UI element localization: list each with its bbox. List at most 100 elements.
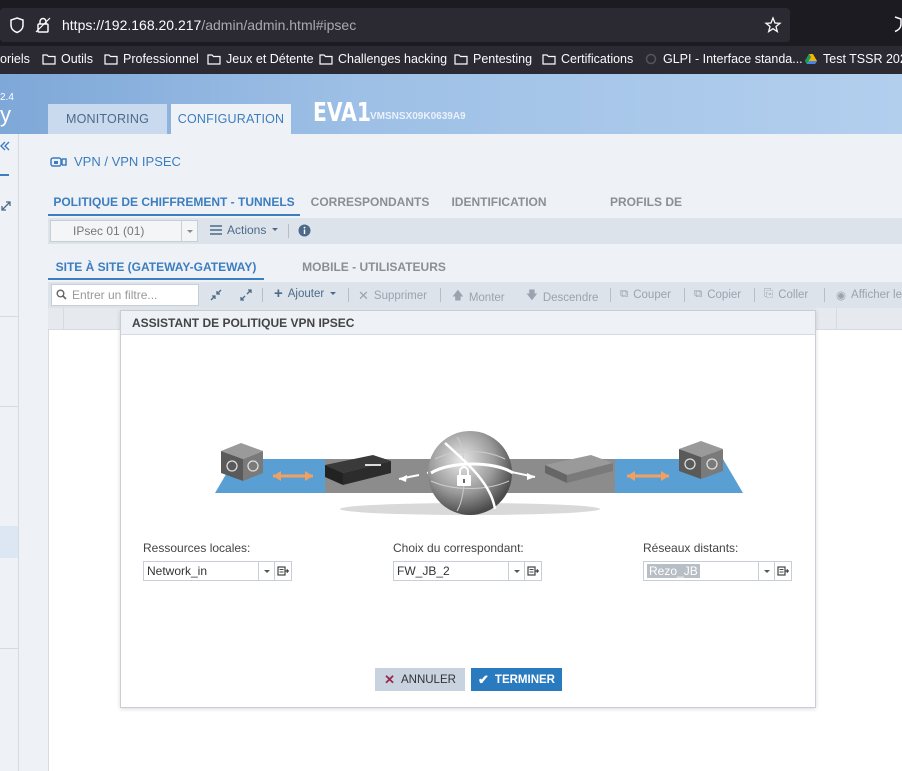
bookmark[interactable]: GLPI - Interface standa... (644, 52, 803, 66)
chevron-down-icon (330, 292, 337, 295)
lock-icon[interactable] (34, 16, 52, 34)
chevron-down-icon[interactable] (758, 562, 774, 580)
bookmark-folder[interactable]: Jeux et Détente (207, 52, 314, 66)
remote-networks-label: Réseaux distants: (643, 541, 739, 555)
object-picker-icon[interactable] (274, 561, 292, 581)
folder-icon (542, 54, 556, 65)
browser-toolbar: https://192.168.20.217/admin/admin.html#… (0, 0, 902, 46)
breadcrumb: VPN / VPN IPSEC (50, 154, 181, 169)
tab-policy[interactable]: POLITIQUE DE CHIFFREMENT - TUNNELS (48, 190, 300, 216)
chevron-down-icon[interactable] (181, 221, 197, 241)
search-icon (56, 289, 67, 300)
globe-icon (428, 431, 514, 515)
breadcrumb-text: VPN / VPN IPSEC (74, 154, 181, 169)
paste-button[interactable]: ⎘ Coller (764, 288, 808, 301)
actions-menu-button[interactable]: Actions (210, 223, 279, 237)
bookmark[interactable]: oriels (0, 52, 30, 66)
add-button[interactable]: + Ajouter (274, 286, 337, 301)
tab-correspondants[interactable]: CORRESPONDANTS (310, 190, 430, 216)
glpi-icon (645, 53, 657, 65)
bookmarks-bar: oriels Outils Professionnel Jeux et Déte… (0, 46, 902, 74)
finish-label: TERMINER (494, 673, 555, 686)
bookmark-folder[interactable]: Professionnel (104, 52, 199, 66)
dialog-title: ASSISTANT DE POLITIQUE VPN IPSEC (121, 311, 815, 335)
info-icon[interactable] (298, 224, 311, 237)
cut-icon: ⧉ (620, 288, 629, 300)
folder-icon (319, 54, 333, 65)
object-picker-icon[interactable] (524, 561, 542, 581)
firewall-serial: VMSNSX09K0639A9 (370, 111, 466, 122)
url-text[interactable]: https://192.168.20.217/admin/admin.html#… (62, 17, 356, 33)
check-icon: ✔ (478, 671, 489, 687)
move-up-button[interactable]: 🡅 Monter (452, 288, 505, 307)
toolbar-separator (684, 288, 685, 302)
bookmark-folder[interactable]: Outils (42, 52, 93, 66)
sidebar-divider (0, 406, 19, 407)
policy-select[interactable]: IPsec 01 (01) (50, 220, 198, 242)
tab-monitoring[interactable]: MONITORING (48, 104, 167, 134)
tab-site-to-site[interactable]: SITE À SITE (GATEWAY-GATEWAY) (48, 256, 264, 280)
policy-toolbar: IPsec 01 (01) Actions (48, 218, 902, 244)
bookmark-folder[interactable]: Certifications (542, 52, 633, 66)
toolbar-separator (754, 288, 755, 302)
toolbar-separator (288, 224, 289, 238)
chevron-down-icon[interactable] (258, 562, 274, 580)
left-sidebar (0, 134, 19, 771)
filter-input[interactable]: Entrer un filtre... (51, 284, 199, 306)
tab-configuration[interactable]: CONFIGURATION (171, 104, 291, 134)
copy-button[interactable]: ⧉ Copier (694, 288, 741, 301)
menu-icon (210, 225, 222, 235)
close-icon: ✕ (358, 288, 369, 303)
remote-networks-value: Rezo_JB (647, 564, 700, 578)
collapse-icon[interactable] (0, 140, 10, 152)
star-icon[interactable] (764, 16, 782, 34)
sidebar-selected-item[interactable] (0, 526, 18, 558)
toolbar-separator (440, 288, 441, 302)
move-down-button[interactable]: 🡇 Descendre (526, 288, 598, 307)
bookmark[interactable]: Test TSSR 2021 (804, 52, 902, 66)
peer-select[interactable]: FW_JB_2 (393, 561, 542, 581)
bookmark-folder[interactable]: Challenges hacking (319, 52, 447, 66)
show-button[interactable]: ◉ Afficher le (836, 288, 902, 302)
vpn-topology-illustration (215, 431, 743, 515)
toolbar-separator (348, 288, 349, 302)
expand-icon[interactable] (0, 200, 12, 212)
toolbar-separator (824, 288, 825, 302)
collapse-all-icon[interactable] (210, 289, 222, 301)
filter-placeholder: Entrer un filtre... (72, 288, 158, 302)
grid-column-divider (63, 308, 64, 330)
peer-label: Choix du correspondant: (393, 541, 524, 555)
policy-select-value: IPsec 01 (01) (73, 224, 145, 238)
expand-all-icon[interactable] (240, 289, 252, 301)
arrow-up-icon: 🡅 (452, 290, 464, 302)
local-resources-select[interactable]: Network_in (143, 561, 292, 581)
local-resources-label: Ressources locales: (143, 541, 251, 555)
delete-button[interactable]: ✕ Supprimer (358, 288, 427, 304)
peer-value: FW_JB_2 (397, 564, 450, 578)
drive-icon (805, 54, 817, 64)
sidebar-divider (0, 648, 19, 649)
arrow-down-icon: 🡇 (526, 290, 538, 302)
shield-icon[interactable] (8, 16, 26, 34)
sub-tabs: SITE À SITE (GATEWAY-GATEWAY) MOBILE - U… (48, 256, 902, 296)
cancel-label: ANNULER (400, 673, 456, 686)
vpn-policy-wizard-dialog: ASSISTANT DE POLITIQUE VPN IPSEC Ressour… (120, 310, 816, 708)
tab-profils[interactable]: PROFILS DE CHIFFREMENT (566, 190, 726, 233)
address-bar[interactable]: https://192.168.20.217/admin/admin.html#… (0, 8, 790, 42)
tab-mobile[interactable]: MOBILE - UTILISATEURS NOMADES (274, 256, 474, 296)
cancel-button[interactable]: ✕ ANNULER (375, 668, 465, 691)
remote-networks-select[interactable]: Rezo_JB (643, 561, 792, 581)
remote-network-cube-icon (679, 441, 723, 479)
finish-button[interactable]: ✔ TERMINER (471, 668, 562, 691)
chevron-down-icon[interactable] (508, 562, 524, 580)
folder-icon (454, 54, 468, 65)
shield-icon[interactable] (888, 15, 902, 33)
copy-icon: ⧉ (694, 288, 703, 300)
tab-identification[interactable]: IDENTIFICATION (446, 190, 552, 216)
folder-icon (104, 54, 118, 65)
close-icon: ✕ (384, 671, 395, 687)
local-resources-value: Network_in (147, 564, 208, 578)
bookmark-folder[interactable]: Pentesting (454, 52, 532, 66)
cut-button[interactable]: ⧉ Couper (620, 288, 671, 301)
object-picker-icon[interactable] (774, 561, 792, 581)
